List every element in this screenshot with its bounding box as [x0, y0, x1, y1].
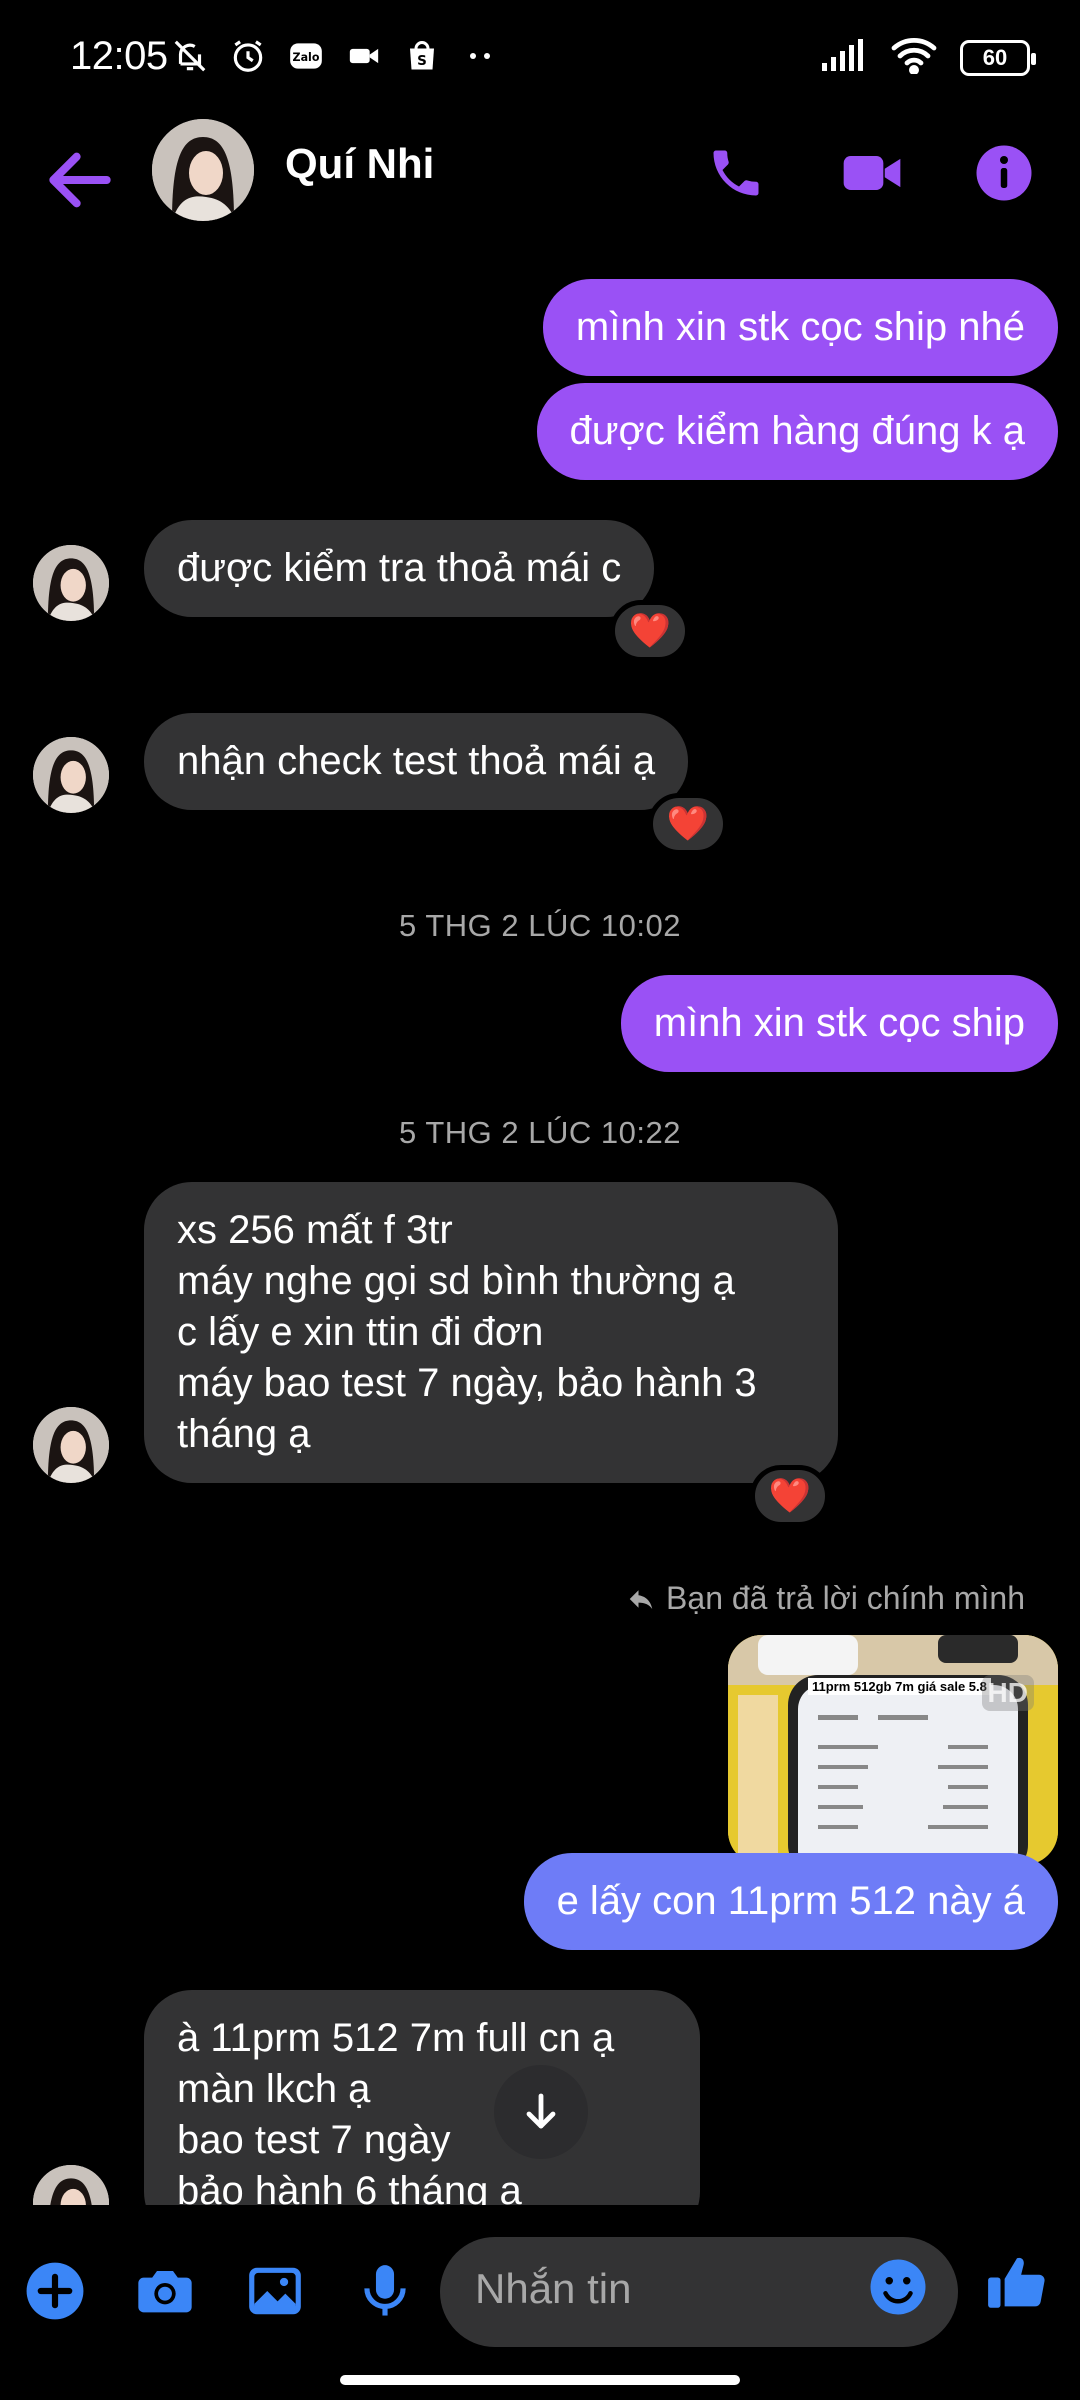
home-indicator [340, 2375, 740, 2385]
timestamp: 5 THG 2 LÚC 10:22 [399, 1115, 681, 1150]
message-incoming[interactable]: nhận check test thoả mái ạ [144, 713, 689, 810]
avatar-photo-icon [33, 1407, 109, 1483]
add-button[interactable] [21, 2257, 89, 2325]
reply-indicator: Bạn đã trả lời chính mình [626, 1580, 1025, 1617]
more-dots-icon [460, 36, 500, 76]
contact-avatar[interactable] [152, 119, 254, 221]
wifi-icon [890, 36, 938, 79]
message-outgoing[interactable]: được kiểm hàng đúng k ạ [536, 383, 1058, 480]
heart-reaction[interactable]: ❤️ [750, 1465, 830, 1527]
replied-image-thumbnail[interactable]: 11prm 512gb 7m giá sale 5.8 HD [728, 1635, 1058, 1865]
message-incoming-multiline[interactable]: xs 256 mất f 3tr máy nghe gọi sd bình th… [144, 1182, 838, 1483]
emoji-button[interactable] [868, 2257, 938, 2327]
status-time: 12:05 [70, 34, 168, 78]
arrow-left-icon [49, 152, 111, 208]
avatar-photo-icon [33, 737, 109, 813]
scroll-to-bottom-button[interactable] [494, 2065, 588, 2159]
contact-avatar-small[interactable] [33, 1407, 109, 1483]
message-incoming[interactable]: được kiểm tra thoả mái c [144, 520, 655, 617]
avatar-photo-icon [152, 119, 254, 221]
signal-icon [820, 37, 868, 78]
alarm-clock-icon [228, 36, 268, 76]
contact-avatar-small[interactable] [33, 2165, 109, 2205]
camera-button[interactable] [131, 2257, 199, 2325]
contact-avatar-small[interactable] [33, 737, 109, 813]
status-icons-left: Zalo S [170, 36, 500, 76]
heart-reaction[interactable]: ❤️ [648, 793, 728, 855]
message-line: tháng ạ [177, 1412, 311, 1456]
mute-alarm-icon [170, 36, 210, 76]
message-incoming-multiline[interactable]: à 11prm 512 7m full cn ạ màn lkch ạ bao … [144, 1990, 700, 2205]
zalo-icon: Zalo [286, 36, 326, 76]
emoji-icon [870, 2259, 926, 2315]
avatar-photo-icon [33, 545, 109, 621]
message-input[interactable]: Nhắn tin [440, 2237, 958, 2347]
back-button[interactable] [40, 140, 120, 220]
message-outgoing[interactable]: e lấy con 11prm 512 này á [523, 1853, 1058, 1950]
message-outgoing[interactable]: mình xin stk cọc ship [620, 975, 1058, 1072]
video-call-button[interactable] [836, 137, 908, 209]
message-line: xs 256 mất f 3tr [177, 1208, 453, 1252]
like-button[interactable] [983, 2249, 1051, 2317]
reply-note-text: Bạn đã trả lời chính mình [666, 1580, 1025, 1616]
chat-header: Quí Nhi [0, 115, 1080, 280]
message-line: máy nghe gọi sd bình thường ạ [177, 1259, 735, 1303]
timestamp: 5 THG 2 LÚC 10:02 [399, 908, 681, 943]
svg-text:Zalo: Zalo [293, 51, 320, 64]
voice-call-button[interactable] [700, 137, 772, 209]
plus-circle-icon [26, 2262, 84, 2320]
image-icon [249, 2267, 301, 2315]
message-outgoing[interactable]: mình xin stk cọc ship nhé [542, 279, 1058, 376]
avatar-photo-icon [33, 2165, 109, 2205]
video-icon [344, 36, 384, 76]
heart-icon: ❤️ [666, 805, 710, 843]
phone-photo-icon [728, 1635, 1058, 1865]
battery-level: 60 [982, 44, 1008, 70]
info-icon [976, 145, 1032, 201]
hd-badge: HD [981, 1675, 1034, 1711]
message-composer: Nhắn tin [0, 2205, 1080, 2365]
gallery-button[interactable] [241, 2257, 309, 2325]
message-input-placeholder: Nhắn tin [475, 2265, 632, 2312]
svg-text:S: S [417, 53, 427, 69]
message-list[interactable]: mình xin stk cọc ship nhé được kiểm hàng… [0, 275, 1080, 2205]
heart-icon: ❤️ [628, 612, 672, 650]
info-button[interactable] [968, 137, 1040, 209]
voice-button[interactable] [351, 2257, 419, 2325]
reply-arrow-icon [629, 1589, 653, 1609]
message-line: máy bao test 7 ngày, bảo hành 3 [177, 1361, 757, 1405]
contact-avatar-small[interactable] [33, 545, 109, 621]
camera-icon [138, 2271, 192, 2313]
status-bar: 12:05 Zalo S 60 [0, 0, 1080, 115]
message-line: à 11prm 512 7m full cn ạ [177, 2016, 615, 2060]
heart-reaction[interactable]: ❤️ [610, 600, 690, 662]
thumbs-up-icon [988, 2257, 1045, 2308]
thumbnail-caption: 11prm 512gb 7m giá sale 5.8 [808, 1678, 991, 1695]
video-camera-icon [843, 156, 901, 190]
battery-icon: 60 [960, 39, 1036, 76]
message-line: bao test 7 ngày [177, 2118, 451, 2162]
arrow-down-icon [526, 2093, 556, 2129]
message-line: c lấy e xin ttin đi đơn [177, 1310, 544, 1354]
message-line: màn lkch ạ [177, 2067, 371, 2111]
contact-name[interactable]: Quí Nhi [285, 140, 434, 188]
phone-icon [713, 150, 759, 196]
message-line: bảo hành 6 tháng ạ [177, 2169, 522, 2205]
status-icons-right: 60 [820, 36, 1036, 79]
microphone-icon [364, 2265, 406, 2316]
heart-icon: ❤️ [768, 1477, 812, 1515]
shopee-icon: S [402, 36, 442, 76]
